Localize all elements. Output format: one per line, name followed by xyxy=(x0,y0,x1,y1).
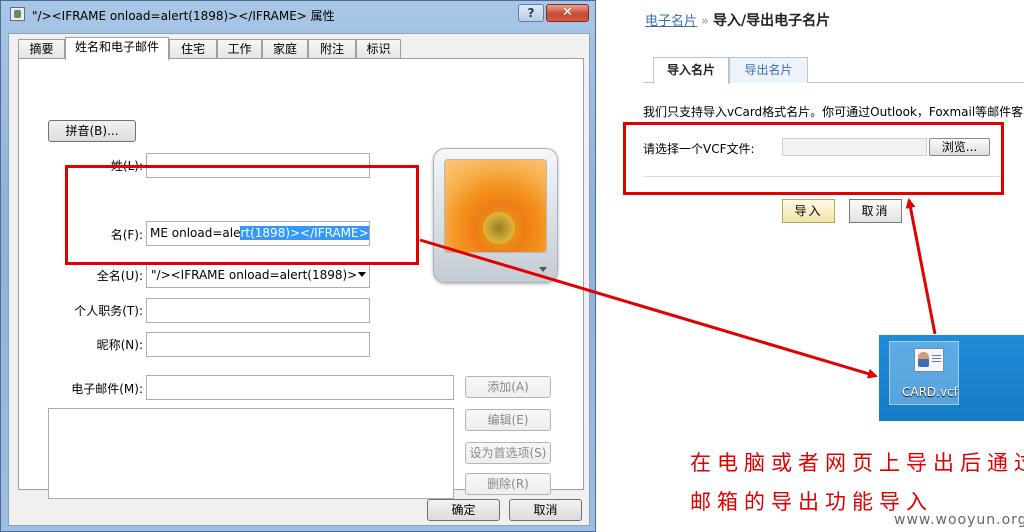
arrow-to-upload-form xyxy=(905,198,937,335)
arrow-to-vcf-file xyxy=(419,238,878,379)
watermark: www.wooyun.org xyxy=(894,512,1024,528)
annotation-line-1: 在电脑或者网页上导出后通过 xyxy=(690,451,1024,475)
tab-name-and-email[interactable]: 姓名和电子邮件 xyxy=(65,37,169,60)
